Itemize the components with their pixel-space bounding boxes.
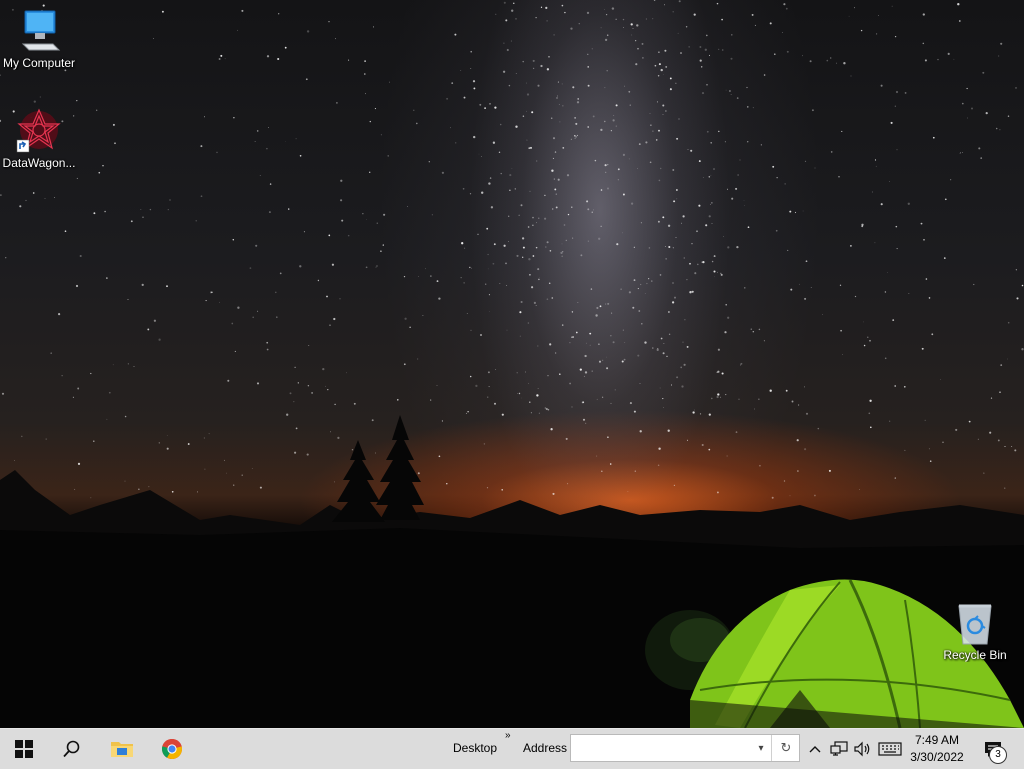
volume-button[interactable] [852,729,874,769]
desktop-icon-label: DataWagon... [2,156,76,170]
desktop-icon-label: My Computer [2,56,76,70]
desktop-icon-recycle-bin[interactable]: Recycle Bin [936,602,1014,662]
keyboard-icon [878,742,902,756]
monitor-icon [21,10,61,51]
datawagon-app-icon [16,108,61,153]
search-icon [63,740,80,758]
chevron-up-icon [809,746,821,753]
clock-time: 7:49 AM [914,733,960,747]
taskbar: » Desktop Address ▾ ↻ 7:49 AM 3/30/2022 [0,728,1024,769]
tray-overflow-button[interactable] [806,729,824,769]
desktop-toolbar-label[interactable]: Desktop [453,741,497,755]
address-dropdown-button[interactable]: ▾ [751,735,771,761]
address-input[interactable] [573,737,753,761]
search-button[interactable] [48,729,96,769]
desktop-icon-label: Recycle Bin [943,648,1007,662]
windows-start-icon [15,740,33,758]
chrome-button[interactable] [148,729,196,769]
clock-date: 3/30/2022 [910,750,964,764]
notification-count-badge: 3 [989,746,1007,764]
folder-icon [111,742,133,757]
touch-keyboard-button[interactable] [876,729,904,769]
volume-icon [854,741,870,757]
system-clock[interactable]: 7:49 AM 3/30/2022 [906,732,968,766]
network-button[interactable] [828,729,850,769]
address-go-button[interactable]: ↻ [771,735,800,761]
desktop-icon-my-computer[interactable]: My Computer [0,8,78,70]
recycle-bin-icon [958,604,992,645]
address-bar[interactable]: ▾ ↻ [570,734,800,762]
toolbar-chevron[interactable]: » [505,730,511,741]
start-button[interactable] [0,729,48,769]
wallpaper-landscape [0,415,1024,728]
network-icon [830,741,848,756]
chrome-icon [161,738,183,760]
file-explorer-button[interactable] [98,729,146,769]
desktop-icon-datawagon[interactable]: DataWagon... [0,106,78,170]
address-toolbar-label: Address [523,741,568,755]
desktop[interactable]: My Computer DataWagon... Recycle Bin [0,0,1024,728]
